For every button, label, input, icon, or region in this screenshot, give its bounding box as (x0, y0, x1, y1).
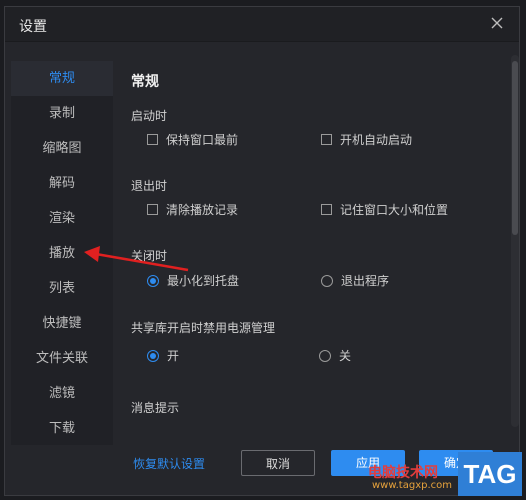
notify-label: 消息提示 (131, 401, 180, 415)
exit-program-label: 退出程序 (341, 274, 390, 288)
exit-program-radio[interactable]: 退出程序 (321, 272, 389, 289)
power-on-radio[interactable]: 开 (147, 347, 179, 364)
checkbox-box (147, 134, 158, 145)
settings-content: 常规 启动时 保持窗口最前 开机自动启动 退出时 清除播放记录 记住窗口大小和位… (117, 47, 509, 437)
window-title: 设置 (19, 19, 47, 35)
sidebar-item-playback[interactable]: 播放 (11, 236, 113, 271)
remember-window-checkbox[interactable]: 记住窗口大小和位置 (321, 201, 448, 218)
sidebar-item-record[interactable]: 录制 (11, 96, 113, 131)
exit-label: 退出时 (131, 179, 168, 193)
radio-dot (147, 274, 159, 287)
close-icon[interactable] (489, 15, 505, 31)
scrollbar[interactable] (511, 55, 519, 427)
checkbox-box (321, 204, 332, 215)
sidebar-item-shortcuts[interactable]: 快捷键 (11, 306, 113, 341)
settings-dialog: 设置 常规 录制 缩略图 解码 渲染 播放 列表 快捷键 文件关联 滤镜 下载 … (4, 6, 520, 496)
restore-defaults-link[interactable]: 恢复默认设置 (133, 455, 205, 472)
section-title: 常规 (131, 74, 159, 90)
checkbox-box (147, 204, 158, 215)
minimize-to-tray-label: 最小化到托盘 (167, 274, 240, 288)
power-on-label: 开 (167, 349, 180, 363)
sidebar-item-thumbnail[interactable]: 缩略图 (11, 131, 113, 166)
sidebar-item-decode[interactable]: 解码 (11, 166, 113, 201)
watermark-tag-logo: TAG (458, 452, 522, 496)
title-bar: 设置 (5, 7, 519, 42)
sidebar-item-filters[interactable]: 滤镜 (11, 376, 113, 411)
sidebar-item-render[interactable]: 渲染 (11, 201, 113, 236)
radio-dot (321, 274, 333, 287)
sidebar-item-file-association[interactable]: 文件关联 (11, 341, 113, 376)
sidebar-item-list[interactable]: 列表 (11, 271, 113, 306)
minimize-to-tray-radio[interactable]: 最小化到托盘 (147, 272, 239, 289)
remember-window-label: 记住窗口大小和位置 (340, 203, 449, 217)
clear-history-label: 清除播放记录 (166, 203, 239, 217)
startup-label: 启动时 (131, 109, 168, 123)
auto-start-label: 开机自动启动 (340, 133, 413, 147)
cancel-button[interactable]: 取消 (241, 450, 315, 476)
auto-start-checkbox[interactable]: 开机自动启动 (321, 131, 412, 148)
power-off-radio[interactable]: 关 (319, 347, 351, 364)
clear-history-checkbox[interactable]: 清除播放记录 (147, 201, 238, 218)
close-label: 关闭时 (131, 249, 168, 263)
power-off-label: 关 (339, 349, 352, 363)
watermark-url: www.tagxp.com (372, 480, 452, 491)
keep-on-top-checkbox[interactable]: 保持窗口最前 (147, 131, 238, 148)
keep-on-top-label: 保持窗口最前 (166, 133, 239, 147)
radio-dot (147, 349, 159, 362)
scroll-thumb[interactable] (512, 61, 518, 235)
sidebar: 常规 录制 缩略图 解码 渲染 播放 列表 快捷键 文件关联 滤镜 下载 (11, 61, 113, 445)
checkbox-box (321, 134, 332, 145)
watermark-site-name: 电脑技术网 (368, 465, 438, 481)
sidebar-item-general[interactable]: 常规 (11, 61, 113, 96)
power-label: 共享库开启时禁用电源管理 (131, 321, 276, 335)
radio-dot (319, 349, 331, 362)
